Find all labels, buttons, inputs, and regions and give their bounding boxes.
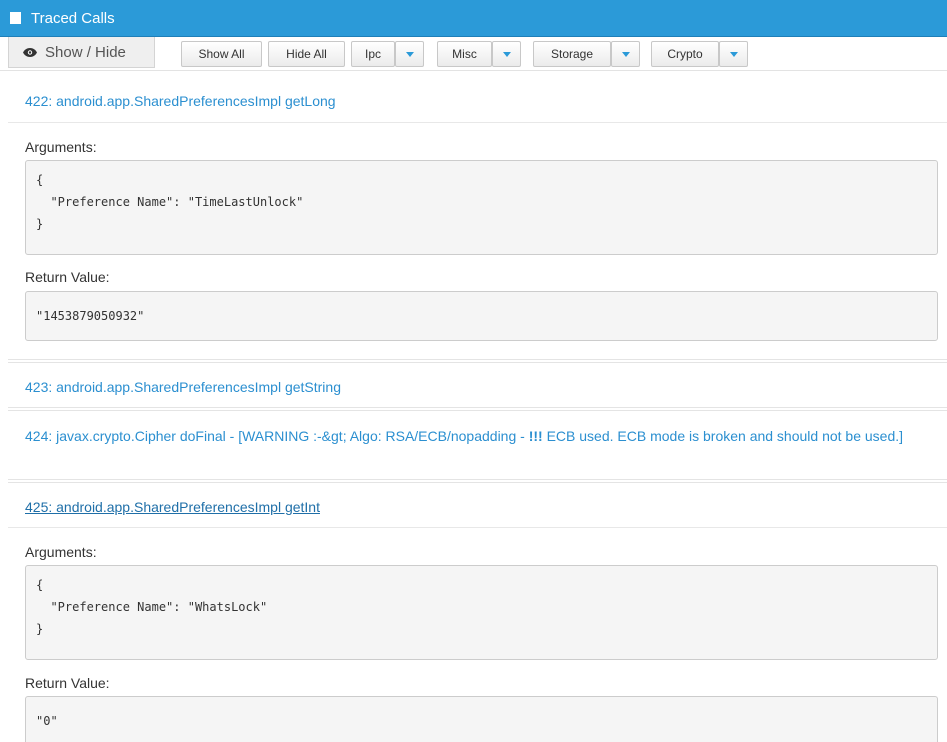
divider xyxy=(8,122,947,123)
code-line: "Preference Name": "WhatsLock" xyxy=(36,600,268,614)
code-line: { xyxy=(36,578,44,592)
arguments-code-block: { "Preference Name": "WhatsLock"} xyxy=(25,565,938,660)
panel-titlebar: Traced Calls xyxy=(0,0,947,37)
code-line: "0" xyxy=(36,714,58,728)
show-hide-button[interactable]: Show / Hide xyxy=(8,37,155,68)
square-icon xyxy=(10,12,21,24)
eye-icon xyxy=(23,47,37,57)
return-value-label: Return Value: xyxy=(25,675,110,691)
code-line: { xyxy=(36,173,44,187)
caret-down-icon xyxy=(405,51,414,57)
storage-dropdown-button[interactable] xyxy=(611,41,640,67)
caret-down-icon xyxy=(502,51,511,57)
code-line: } xyxy=(36,622,44,636)
ipc-dropdown-button[interactable] xyxy=(395,41,424,67)
call-title-425[interactable]: 425: android.app.SharedPreferencesImpl g… xyxy=(25,497,930,517)
toolbar: Show / Hide Show All Hide All Ipc Misc S… xyxy=(0,37,947,71)
hide-all-button[interactable]: Hide All xyxy=(268,41,345,67)
warning-marker: !!! xyxy=(528,428,543,444)
call-title-422[interactable]: 422: android.app.SharedPreferencesImpl g… xyxy=(25,91,930,111)
panel-title: Traced Calls xyxy=(31,9,115,27)
code-line: "1453879050932" xyxy=(36,309,145,323)
return-value-code-block: "1453879050932" xyxy=(25,291,938,341)
crypto-filter-button[interactable]: Crypto xyxy=(651,41,719,67)
storage-filter-button[interactable]: Storage xyxy=(533,41,611,67)
call-separator xyxy=(8,479,947,483)
return-value-code-block: "0" xyxy=(25,696,938,742)
call-title-424[interactable]: 424: javax.crypto.Cipher doFinal - [WARN… xyxy=(25,425,930,448)
code-line: } xyxy=(36,217,44,231)
call-separator xyxy=(8,407,947,411)
show-hide-label: Show / Hide xyxy=(45,43,126,61)
divider xyxy=(8,527,947,528)
arguments-label: Arguments: xyxy=(25,544,97,560)
call-title-text: 424: javax.crypto.Cipher doFinal - [WARN… xyxy=(25,428,529,444)
show-all-button[interactable]: Show All xyxy=(181,41,262,67)
call-title-423[interactable]: 423: android.app.SharedPreferencesImpl g… xyxy=(25,377,930,397)
call-title-text: ECB used. ECB mode is broken and should … xyxy=(542,428,904,444)
code-line: "Preference Name": "TimeLastUnlock" xyxy=(36,195,304,209)
misc-dropdown-button[interactable] xyxy=(492,41,521,67)
arguments-code-block: { "Preference Name": "TimeLastUnlock"} xyxy=(25,160,938,255)
call-separator xyxy=(8,359,947,363)
misc-filter-button[interactable]: Misc xyxy=(437,41,492,67)
arguments-label: Arguments: xyxy=(25,139,97,155)
crypto-dropdown-button[interactable] xyxy=(719,41,748,67)
ipc-filter-button[interactable]: Ipc xyxy=(351,41,395,67)
return-value-label: Return Value: xyxy=(25,269,110,285)
caret-down-icon xyxy=(729,51,738,57)
caret-down-icon xyxy=(621,51,630,57)
